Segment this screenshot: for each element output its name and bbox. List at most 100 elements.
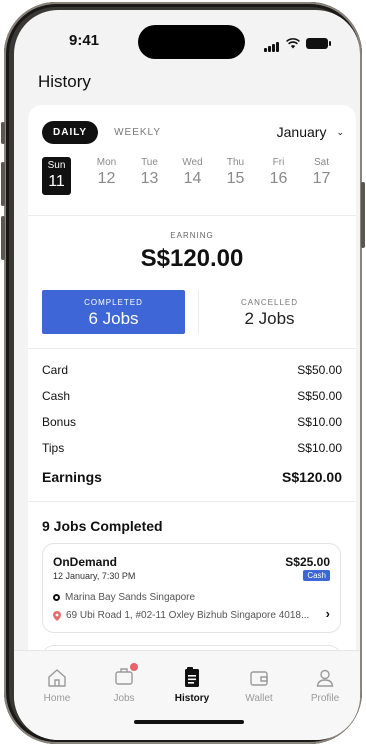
status-icons [264, 34, 331, 52]
day-item[interactable]: Sa 1 [343, 157, 356, 195]
breakdown-row-card: Card S$50.00 [42, 363, 342, 377]
breakdown-value: S$50.00 [297, 389, 342, 403]
volume-up-button [1, 162, 5, 206]
volume-down-button [1, 216, 5, 260]
breakdown-value: S$50.00 [297, 363, 342, 377]
day-date: 1 [343, 170, 356, 188]
divider [28, 501, 356, 502]
breakdown-label: Bonus [42, 415, 77, 429]
divider [28, 348, 356, 349]
completed-jobs-box[interactable]: COMPLETED 6 Jobs [42, 290, 185, 334]
dropoff-address: 69 Ubi Road 1, #02-11 Oxley Bizhub Singa… [66, 610, 310, 621]
earnings-total-label: Earnings [42, 469, 102, 485]
day-name: Wed [182, 157, 203, 168]
job-type: OnDemand [53, 555, 118, 569]
payment-badge: Cash [303, 570, 330, 581]
screen: 9:41 History DAILY WEEKLY January ⌄ Sun … [14, 10, 360, 740]
day-date: 16 [269, 170, 288, 187]
action-button [1, 122, 5, 144]
earnings-total-row: Earnings S$120.00 [42, 469, 342, 485]
chevron-down-icon: ⌄ [336, 126, 344, 137]
day-name: Thu [226, 157, 245, 168]
job-card[interactable]: OnDemand S$25.00 12 January, 7:30 PM Cas… [42, 543, 341, 633]
tab-weekly[interactable]: WEEKLY [114, 127, 161, 138]
month-label: January [276, 124, 327, 140]
notification-badge [130, 662, 138, 671]
day-name: Sat [313, 157, 329, 168]
status-time: 9:41 [69, 32, 100, 49]
cancelled-jobs-box[interactable]: CANCELLED 2 Jobs [198, 290, 341, 334]
nav-item-profile[interactable]: Profile [295, 665, 355, 704]
divider [28, 215, 356, 216]
earning-label: EARNING [170, 231, 214, 240]
history-card: DAILY WEEKLY January ⌄ Sun 11 Mon 12 Tue… [28, 105, 356, 705]
job-date: 12 January, 7:30 PM [53, 571, 136, 581]
day-name: Sa [343, 157, 356, 168]
day-item[interactable]: Fri 16 [257, 157, 300, 195]
day-date: 15 [226, 170, 245, 187]
day-strip: Sun 11 Mon 12 Tue 13 Wed 14 Thu 15 Fri 1… [42, 157, 356, 195]
day-date: 12 [97, 170, 116, 187]
wifi-icon [286, 37, 300, 48]
period-tabs: DAILY WEEKLY [42, 121, 161, 144]
chevron-right-icon[interactable]: › [326, 606, 330, 621]
earning-amount: S$120.00 [140, 245, 244, 272]
page-title: History [38, 72, 91, 91]
pickup-address: Marina Bay Sands Singapore [65, 592, 196, 603]
breakdown-label: Tips [42, 441, 65, 455]
day-name: Mon [96, 157, 117, 168]
jobs-completed-title: 9 Jobs Completed [42, 518, 163, 534]
day-date: 17 [312, 170, 331, 187]
nav-label: History [174, 693, 210, 704]
breakdown-value: S$10.00 [297, 415, 342, 429]
bottom-nav: Home Jobs History Wallet Profile [14, 650, 360, 740]
pickup-location: Marina Bay Sands Singapore [53, 592, 195, 603]
month-selector[interactable]: January ⌄ [277, 124, 344, 140]
breakdown-row-tips: Tips S$10.00 [42, 441, 342, 455]
nav-item-home[interactable]: Home [27, 665, 87, 704]
wallet-icon [250, 671, 268, 686]
phone-frame: 9:41 History DAILY WEEKLY January ⌄ Sun … [1, 2, 365, 744]
breakdown-value: S$10.00 [297, 441, 342, 455]
nav-item-jobs[interactable]: Jobs [94, 662, 154, 704]
history-icon [185, 667, 199, 687]
nav-label: Wallet [245, 693, 273, 704]
nav-item-wallet[interactable]: Wallet [229, 665, 289, 704]
dropoff-location: 69 Ubi Road 1, #02-11 Oxley Bizhub Singa… [53, 610, 309, 621]
completed-count: 6 Jobs [88, 309, 139, 328]
day-name: Tue [141, 157, 158, 168]
day-date: 14 [183, 170, 202, 187]
day-item[interactable]: Thu 15 [214, 157, 257, 195]
home-icon [48, 669, 66, 687]
cancelled-count: 2 Jobs [244, 309, 295, 328]
breakdown-label: Cash [42, 389, 71, 403]
job-price: S$25.00 [285, 555, 330, 569]
dynamic-island [138, 25, 245, 59]
battery-icon [306, 37, 331, 49]
nav-label: Jobs [113, 693, 135, 704]
day-item-selected[interactable]: Sun 11 [42, 157, 71, 195]
day-name: Sun [47, 160, 66, 171]
day-date: 13 [140, 170, 159, 187]
earnings-total-value: S$120.00 [282, 469, 342, 485]
breakdown-row-bonus: Bonus S$10.00 [42, 415, 342, 429]
tab-daily[interactable]: DAILY [42, 121, 99, 144]
breakdown-row-cash: Cash S$50.00 [42, 389, 342, 403]
completed-label: COMPLETED [84, 298, 143, 307]
signal-icon [264, 34, 280, 52]
day-date: 11 [48, 173, 65, 190]
day-item[interactable]: Sat 17 [300, 157, 343, 195]
day-name: Fri [272, 157, 285, 168]
pickup-dot-icon [53, 594, 60, 601]
jobs-icon-wrap [114, 662, 138, 691]
day-item[interactable]: Tue 13 [128, 157, 171, 195]
day-item[interactable]: Mon 12 [85, 157, 128, 195]
status-bar: 9:41 [14, 10, 360, 68]
day-item[interactable]: Wed 14 [171, 157, 214, 195]
home-indicator[interactable] [134, 720, 244, 724]
breakdown-label: Card [42, 363, 69, 377]
profile-icon [316, 669, 334, 687]
nav-item-history[interactable]: History [162, 665, 222, 704]
nav-label: Profile [310, 693, 340, 704]
cancelled-label: CANCELLED [240, 298, 298, 307]
